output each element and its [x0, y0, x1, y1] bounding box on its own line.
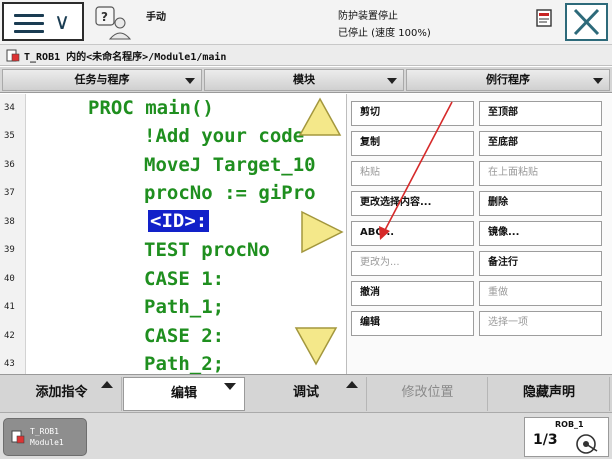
change-to-button[interactable]: 更改为...	[351, 251, 474, 276]
menu-up-arrow-icon	[101, 381, 113, 388]
selected-placeholder[interactable]: <ID>:	[148, 210, 210, 232]
code-line[interactable]: Path_1;	[144, 296, 224, 318]
event-log-icon[interactable]	[536, 9, 552, 27]
dropdown-arrow-icon	[387, 78, 397, 84]
chevron-down-icon: ∨	[54, 10, 71, 35]
taskbar: T_ROB1 Module1 ROB_1 1/3	[0, 412, 612, 459]
undo-button[interactable]: 撤消	[351, 281, 474, 306]
button-label: 添加指令	[35, 385, 88, 400]
scroll-right-icon[interactable]	[300, 210, 344, 254]
to-top-button[interactable]: 至顶部	[479, 101, 602, 126]
close-button[interactable]	[565, 3, 608, 41]
breadcrumb: T_ROB1 内的<未命名程序>/Module1/main	[0, 45, 612, 66]
line-number: 38	[4, 217, 15, 227]
robot-arm-icon	[576, 434, 598, 454]
button-label: 调试	[292, 385, 319, 400]
modify-position-button[interactable]: 修改位置	[368, 377, 488, 411]
line-number: 39	[4, 245, 15, 255]
to-bottom-button[interactable]: 至底部	[479, 131, 602, 156]
tab-tasks-and-programs[interactable]: 任务与程序	[2, 69, 202, 91]
program-icon	[11, 430, 25, 444]
command-bar: 添加指令 编辑 调试 修改位置 隐藏声明	[0, 374, 612, 412]
robot-fraction: 1/3	[533, 432, 558, 448]
status-line-2: 已停止 (速度 100%)	[338, 28, 431, 39]
robot-operator-icon: ?	[95, 6, 132, 40]
select-item-button[interactable]: 选择一项	[479, 311, 602, 336]
code-line[interactable]: MoveJ Target_10	[144, 154, 316, 176]
quickset-robot-button[interactable]: ROB_1 1/3	[524, 417, 609, 457]
top-status-bar: ∨ ? 手动 防护装置停止 已停止 (速度 100%)	[0, 0, 612, 45]
task-name: T_ROB1	[30, 427, 59, 436]
hamburger-icon	[14, 14, 44, 33]
dropdown-arrow-icon	[593, 78, 603, 84]
hide-declarations-button[interactable]: 隐藏声明	[489, 377, 610, 411]
code-line[interactable]: procNo := giPro	[144, 182, 316, 204]
code-line[interactable]: !Add your code	[144, 125, 304, 147]
breadcrumb-path: T_ROB1 内的<未命名程序>/Module1/main	[24, 52, 227, 63]
tab-label: 模块	[293, 73, 315, 86]
line-number: 34	[4, 103, 15, 113]
code-line[interactable]: CASE 2:	[144, 325, 224, 347]
line-number-gutter: 34 35 36 37 38 39 40 41 42 43	[0, 94, 26, 374]
menu-down-arrow-icon	[224, 383, 236, 390]
line-number: 36	[4, 160, 15, 170]
line-number: 41	[4, 302, 15, 312]
scroll-down-icon[interactable]	[294, 326, 338, 366]
close-icon	[573, 8, 600, 36]
program-icon	[6, 49, 20, 62]
line-number: 42	[4, 331, 15, 341]
mirror-button[interactable]: 镜像...	[479, 221, 602, 246]
operating-mode: 手动	[146, 12, 166, 23]
button-label: 编辑	[170, 386, 197, 401]
edit-button[interactable]: 编辑	[351, 311, 474, 336]
line-number: 43	[4, 359, 15, 369]
tab-routine[interactable]: 例行程序	[406, 69, 610, 91]
code-editor[interactable]: 34 35 36 37 38 39 40 41 42 43 PROC main(…	[0, 94, 346, 374]
edit-menu-button[interactable]: 编辑	[123, 377, 245, 411]
line-number: 35	[4, 131, 15, 141]
code-line[interactable]: CASE 1:	[144, 268, 224, 290]
main-menu-button[interactable]: ∨	[2, 2, 84, 41]
status-line-1: 防护装置停止	[338, 11, 398, 22]
dropdown-arrow-icon	[185, 78, 195, 84]
code-line[interactable]: TEST procNo	[144, 239, 270, 261]
scroll-up-icon[interactable]	[298, 97, 342, 137]
tab-label: 任务与程序	[74, 73, 130, 86]
redo-button[interactable]: 重做	[479, 281, 602, 306]
add-instruction-button[interactable]: 添加指令	[2, 377, 122, 411]
svg-text:?: ?	[101, 10, 108, 24]
paste-above-button[interactable]: 在上面粘贴	[479, 161, 602, 186]
line-number: 40	[4, 274, 15, 284]
line-number: 37	[4, 188, 15, 198]
debug-button[interactable]: 调试	[246, 377, 367, 411]
comment-line-button[interactable]: 备注行	[479, 251, 602, 276]
menu-up-arrow-icon	[346, 381, 358, 388]
editor-tabs: 任务与程序 模块 例行程序	[0, 67, 612, 93]
delete-button[interactable]: 删除	[479, 191, 602, 216]
tab-module[interactable]: 模块	[204, 69, 404, 91]
code-line[interactable]: PROC main()	[88, 97, 214, 119]
code-line[interactable]: Path_2;	[144, 353, 224, 374]
task-module: Module1	[30, 438, 64, 447]
tab-label: 例行程序	[486, 73, 530, 86]
task-tile[interactable]: T_ROB1 Module1	[3, 418, 87, 456]
robot-label: ROB_1	[555, 420, 584, 429]
annotation-arrow-icon	[379, 101, 453, 240]
